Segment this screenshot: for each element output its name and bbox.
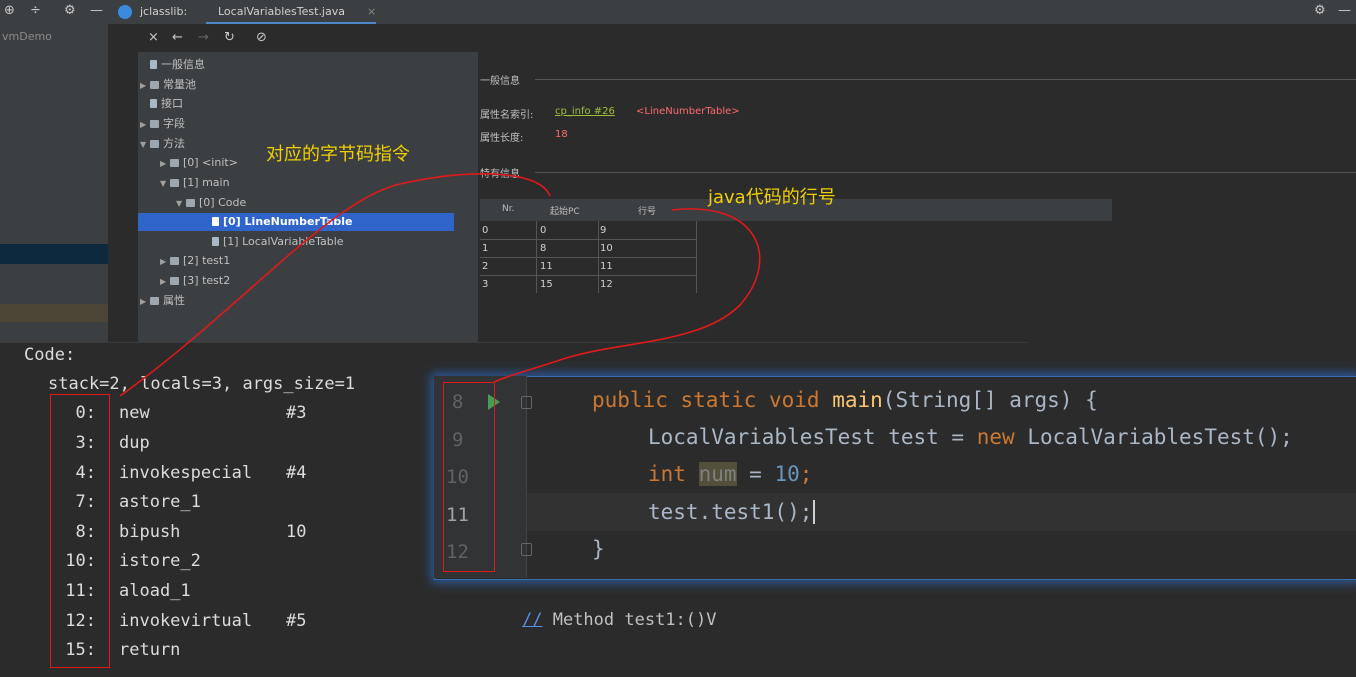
annotation-arrows — [119, 173, 761, 397]
arrow-pc-to-bytecode — [119, 173, 551, 397]
arrow-line-to-source — [493, 208, 761, 383]
